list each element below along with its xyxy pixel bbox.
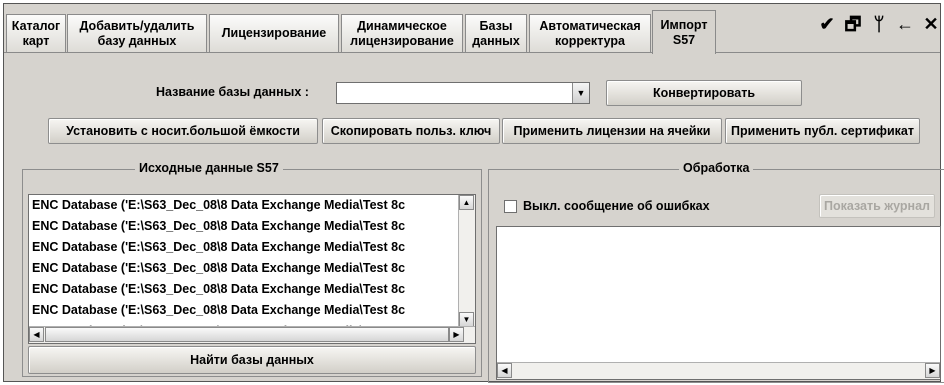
window-controls: ✔ 🗗 ᛘ ← ✕: [818, 14, 940, 34]
tab-bar: Каталог карт Добавить/удалить базу данны…: [4, 4, 940, 54]
list-horizontal-scrollbar[interactable]: ◀ ▶: [29, 326, 475, 343]
disable-error-messages-label: Выкл. сообщение об ошибках: [523, 199, 710, 213]
import-s57-panel: Каталог карт Добавить/удалить базу данны…: [3, 3, 944, 383]
source-list-items: ENC Database ('E:\S63_Dec_08\8 Data Exch…: [29, 195, 459, 329]
scroll-left-icon[interactable]: ◀: [29, 327, 44, 342]
tab-licensing[interactable]: Лицензирование: [209, 14, 339, 52]
list-item[interactable]: ENC Database ('E:\S63_Dec_08\8 Data Exch…: [29, 195, 459, 216]
restore-window-icon[interactable]: 🗗: [844, 14, 862, 34]
broom-icon[interactable]: ✔: [818, 14, 836, 34]
install-large-media-button[interactable]: Установить с носит.большой ёмкости: [48, 118, 318, 144]
apply-public-certificate-button[interactable]: Применить публ. сертификат: [725, 118, 920, 144]
list-item[interactable]: ENC Database ('E:\S63_Dec_08\8 Data Exch…: [29, 300, 459, 321]
horizontal-scroll-thumb[interactable]: [45, 327, 449, 342]
scroll-down-icon[interactable]: ▼: [459, 312, 474, 327]
apply-cell-licenses-button[interactable]: Применить лицензии на ячейки: [502, 118, 722, 144]
scroll-up-icon[interactable]: ▲: [459, 195, 474, 210]
tab-dynamic-licensing[interactable]: Динамическое лицензирование: [341, 14, 463, 52]
source-data-group-title: Исходные данные S57: [135, 161, 283, 175]
tab-divider: [4, 52, 940, 53]
chevron-down-icon[interactable]: ▼: [572, 83, 589, 103]
list-item[interactable]: ENC Database ('E:\S63_Dec_08\8 Data Exch…: [29, 258, 459, 279]
scroll-right-icon[interactable]: ▶: [925, 363, 940, 378]
pin-icon[interactable]: ᛘ: [870, 14, 888, 34]
convert-button[interactable]: Конвертировать: [606, 80, 802, 106]
list-item[interactable]: ENC Database ('E:\S63_Dec_08\8 Data Exch…: [29, 216, 459, 237]
copy-user-key-button[interactable]: Скопировать польз. ключ: [322, 118, 500, 144]
close-icon[interactable]: ✕: [922, 14, 940, 34]
disable-error-messages-checkbox[interactable]: [504, 200, 517, 213]
scroll-right-icon[interactable]: ▶: [449, 327, 464, 342]
database-name-label: Название базы данных :: [156, 85, 309, 99]
list-vertical-scrollbar[interactable]: ▲ ▼: [458, 195, 475, 327]
tab-auto-correction[interactable]: Автоматическая корректура: [529, 14, 651, 52]
database-name-combobox[interactable]: ▼: [336, 82, 590, 104]
scroll-left-icon[interactable]: ◀: [497, 363, 512, 378]
log-horizontal-scrollbar[interactable]: ◀ ▶: [497, 362, 940, 379]
processing-log[interactable]: ◀ ▶: [496, 226, 941, 380]
tab-add-remove-database[interactable]: Добавить/удалить базу данных: [67, 14, 207, 52]
list-item[interactable]: ENC Database ('E:\S63_Dec_08\8 Data Exch…: [29, 279, 459, 300]
tab-databases[interactable]: Базы данных: [465, 14, 527, 52]
show-log-button[interactable]: Показать журнал: [819, 194, 935, 218]
tab-import-s57[interactable]: Импорт S57: [652, 10, 716, 54]
back-arrow-icon[interactable]: ←: [896, 14, 914, 34]
list-item[interactable]: ENC Database ('E:\S63_Dec_08\8 Data Exch…: [29, 237, 459, 258]
source-databases-list[interactable]: ENC Database ('E:\S63_Dec_08\8 Data Exch…: [28, 194, 476, 344]
find-databases-button[interactable]: Найти базы данных: [28, 346, 476, 374]
tab-chart-catalog[interactable]: Каталог карт: [6, 14, 66, 52]
processing-group-title: Обработка: [679, 161, 754, 175]
